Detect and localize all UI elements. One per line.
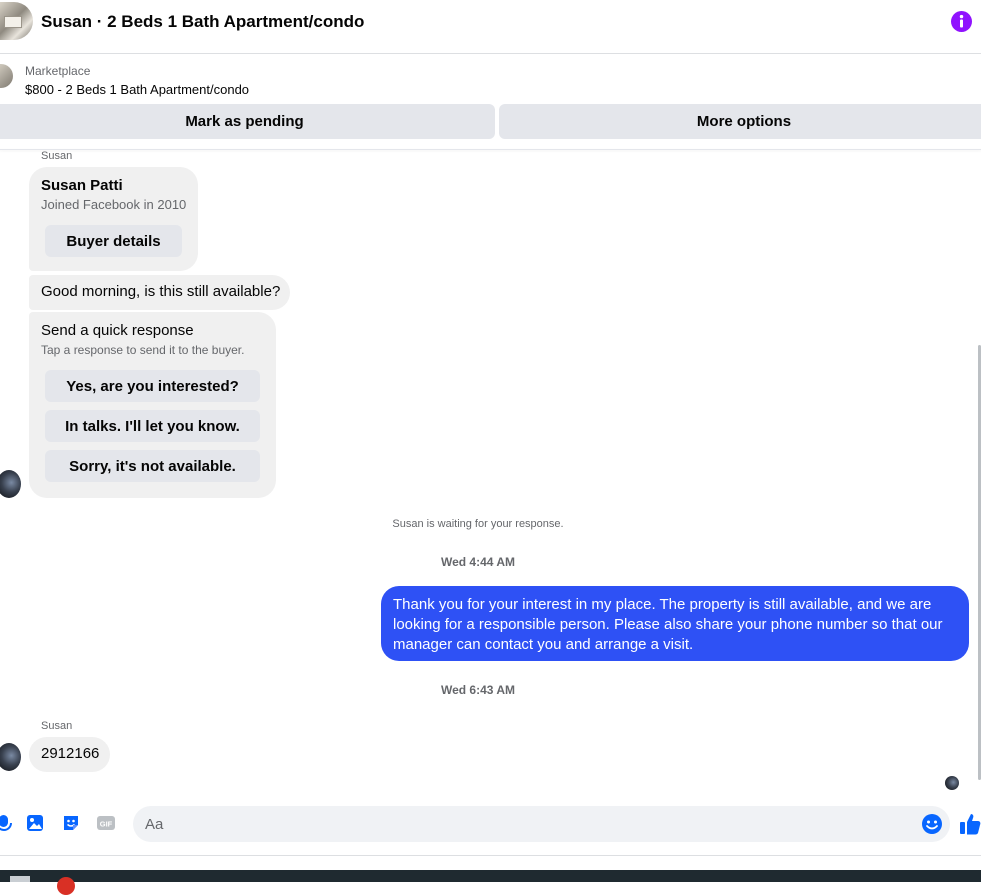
- quick-response-title: Send a quick response: [41, 322, 194, 339]
- listing-info[interactable]: Marketplace $800 - 2 Beds 1 Bath Apartme…: [0, 54, 981, 104]
- header-divider: [0, 149, 981, 150]
- message-text: Thank you for your interest in my place.…: [393, 596, 943, 653]
- message-timestamp: Wed 4:44 AM: [440, 555, 515, 569]
- quick-response-option[interactable]: Yes, are you interested?: [45, 370, 260, 402]
- quick-response-option[interactable]: Sorry, it's not available.: [45, 450, 260, 482]
- listing-source: Marketplace: [25, 64, 91, 78]
- sender-avatar[interactable]: [0, 743, 21, 771]
- listing-avatar[interactable]: [0, 2, 33, 40]
- info-icon[interactable]: [951, 11, 972, 32]
- buyer-card: Susan Patti Joined Facebook in 2010 Buye…: [29, 167, 198, 271]
- taskbar-browser-icon[interactable]: [57, 877, 75, 895]
- incoming-message: 2912166: [29, 737, 110, 772]
- quick-response-subtitle: Tap a response to send it to the buyer.: [41, 343, 245, 357]
- conversation-header: Susan · 2 Beds 1 Bath Apartment/condo: [0, 0, 981, 54]
- message-input[interactable]: [133, 806, 950, 842]
- mark-as-pending-button[interactable]: Mark as pending: [0, 104, 495, 139]
- incoming-message: Good morning, is this still available?: [29, 275, 290, 310]
- buyer-joined: Joined Facebook in 2010: [41, 197, 187, 212]
- listing-thumbnail: [0, 64, 13, 88]
- svg-text:GIF: GIF: [100, 820, 113, 829]
- outgoing-message: Thank you for your interest in my place.…: [381, 586, 969, 661]
- conversation-title[interactable]: Susan · 2 Beds 1 Bath Apartment/condo: [41, 12, 364, 32]
- waiting-note: Susan is waiting for your response.: [392, 518, 564, 530]
- sender-name: Susan: [41, 150, 73, 162]
- message-timestamp: Wed 6:43 AM: [440, 683, 515, 697]
- read-receipt-avatar: [945, 776, 959, 790]
- buyer-name: Susan Patti: [41, 177, 123, 194]
- quick-response-card: Send a quick response Tap a response to …: [29, 312, 276, 498]
- taskbar-app-icon[interactable]: [10, 876, 30, 882]
- thumbs-up-icon[interactable]: [959, 812, 981, 836]
- more-options-button[interactable]: More options: [499, 104, 981, 139]
- sender-avatar[interactable]: [0, 470, 21, 498]
- message-text: 2912166: [41, 745, 100, 762]
- gif-icon[interactable]: GIF: [96, 813, 116, 833]
- quick-response-option[interactable]: In talks. I'll let you know.: [45, 410, 260, 442]
- sender-name: Susan: [41, 720, 73, 732]
- sticker-icon[interactable]: [61, 813, 81, 833]
- listing-title: $800 - 2 Beds 1 Bath Apartment/condo: [25, 82, 250, 97]
- buyer-details-button[interactable]: Buyer details: [45, 225, 182, 257]
- microphone-icon[interactable]: [0, 813, 14, 833]
- emoji-icon[interactable]: [921, 813, 943, 835]
- photo-icon[interactable]: [25, 813, 45, 833]
- os-taskbar: [0, 870, 981, 882]
- message-text: Good morning, is this still available?: [41, 283, 281, 300]
- composer-divider: [0, 855, 981, 856]
